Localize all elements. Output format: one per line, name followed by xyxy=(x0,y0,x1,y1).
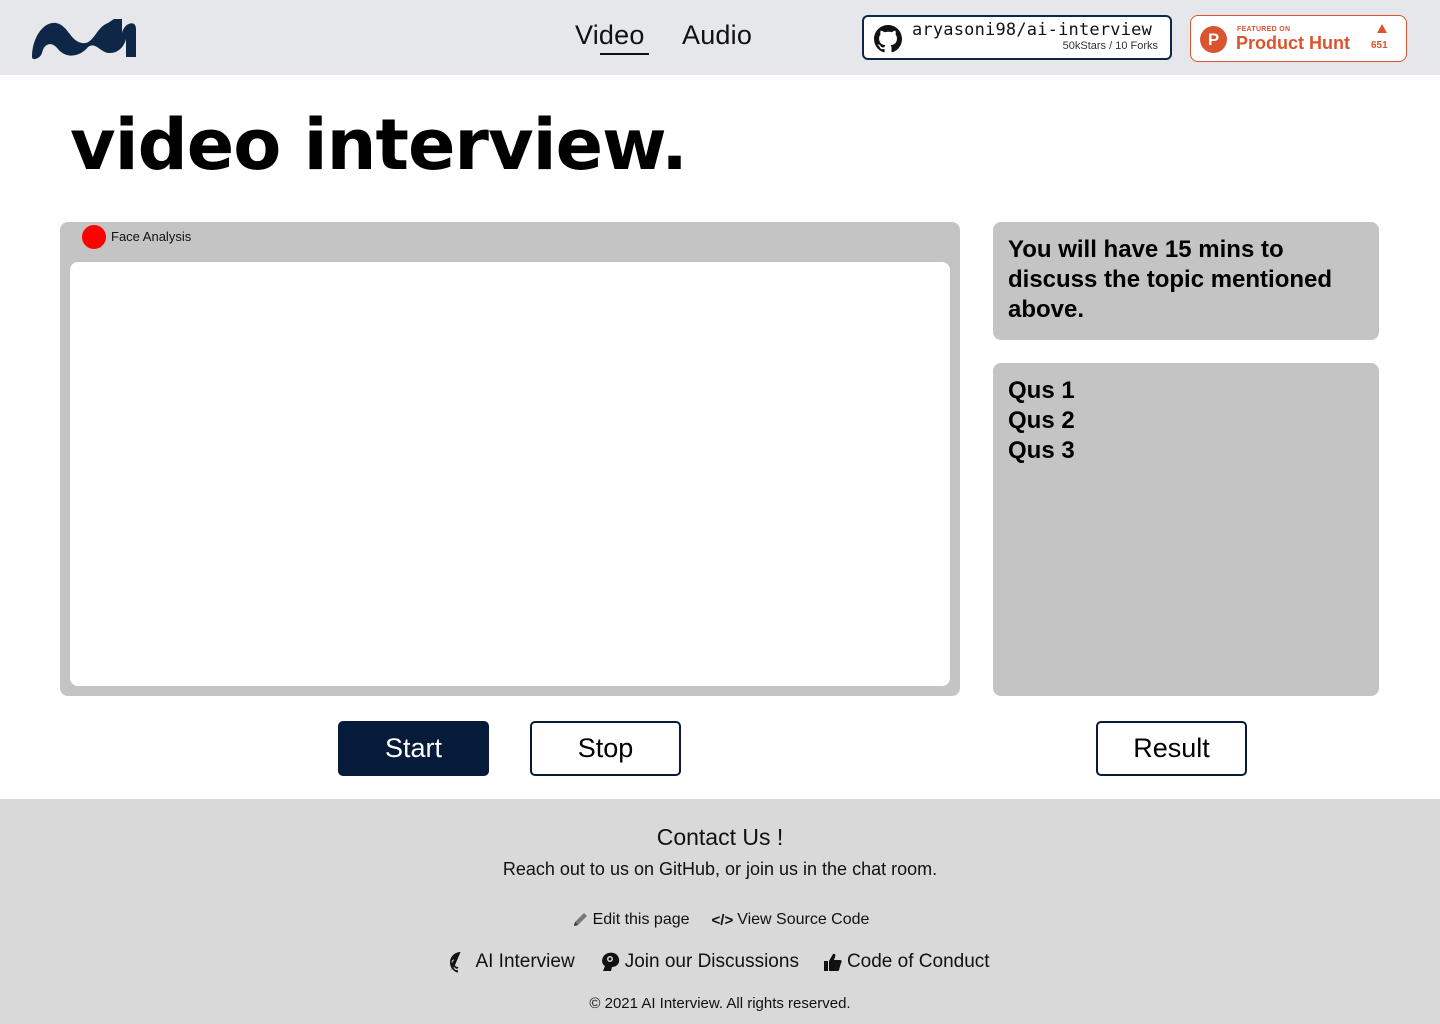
recording-indicator-icon xyxy=(82,225,106,249)
github-repo-badge[interactable]: aryasoni98/ai-interview 50kStars / 10 Fo… xyxy=(862,15,1172,60)
producthunt-badge[interactable]: P FEATURED ON Product Hunt 651 xyxy=(1190,15,1407,62)
video-feed xyxy=(70,262,950,686)
page-title: video interview. xyxy=(70,104,688,186)
face-analysis-label: Face Analysis xyxy=(111,229,192,244)
github-icon xyxy=(874,25,902,53)
pencil-icon xyxy=(573,913,587,926)
producthunt-featured-label: FEATURED ON xyxy=(1237,26,1291,33)
thumbs-up-icon xyxy=(823,953,842,971)
ai-interview-label: AI Interview xyxy=(475,951,575,972)
producthunt-icon: P xyxy=(1200,26,1227,53)
code-of-conduct-link[interactable]: Code of Conduct xyxy=(823,951,990,973)
start-button[interactable]: Start xyxy=(338,721,489,776)
top-navbar: Video Audio aryasoni98/ai-interview 50kS… xyxy=(0,0,1440,75)
contact-subtitle: Reach out to us on GitHub, or join us in… xyxy=(502,859,938,879)
producthunt-upvote-count: 651 xyxy=(1371,40,1388,51)
github-repo-stats: 50kStars / 10 Forks xyxy=(1062,40,1158,52)
questions-box: Qus 1 Qus 2 Qus 3 xyxy=(993,363,1379,696)
footer-links-row2: AI Interview Join our Discussions Code o… xyxy=(0,951,1440,973)
code-of-conduct-label: Code of Conduct xyxy=(846,951,990,972)
video-panel: Face Analysis xyxy=(60,222,960,696)
github-icon xyxy=(450,951,461,972)
footer: Contact Us ! Reach out to us on GitHub, … xyxy=(0,799,1440,1024)
contact-title: Contact Us ! xyxy=(656,824,784,850)
instructions-text: You will have 15 mins to discuss the top… xyxy=(1008,236,1333,323)
ai-interview-link[interactable]: AI Interview xyxy=(450,951,575,973)
edit-page-link[interactable]: Edit this page xyxy=(571,911,690,929)
edit-page-label: Edit this page xyxy=(592,911,690,928)
question-item: Qus 3 xyxy=(1008,437,1075,464)
nav-audio-link[interactable]: Audio xyxy=(682,20,752,51)
discussions-label: Join our Discussions xyxy=(624,951,799,972)
question-item: Qus 1 xyxy=(1008,377,1075,404)
code-icon: </> xyxy=(711,911,734,929)
discussions-link[interactable]: Join our Discussions xyxy=(599,951,799,973)
footer-links-row1: Edit this page </> View Source Code xyxy=(0,911,1440,929)
view-source-link[interactable]: </> View Source Code xyxy=(712,911,870,929)
logo-icon[interactable] xyxy=(26,13,138,63)
view-source-label: View Source Code xyxy=(737,911,870,928)
nav-active-underline xyxy=(600,53,649,55)
discussion-icon xyxy=(601,952,619,971)
result-button[interactable]: Result xyxy=(1096,721,1247,776)
instructions-box: You will have 15 mins to discuss the top… xyxy=(993,222,1379,340)
question-item: Qus 2 xyxy=(1008,407,1075,434)
nav-video-link[interactable]: Video xyxy=(575,20,645,51)
github-repo-name: aryasoni98/ai-interview xyxy=(912,20,1153,40)
producthunt-name: Product Hunt xyxy=(1236,33,1350,53)
stop-button[interactable]: Stop xyxy=(530,721,681,776)
copyright-text: © 2021 AI Interview. All rights reserved… xyxy=(589,995,851,1012)
upvote-arrow-icon xyxy=(1377,24,1387,33)
